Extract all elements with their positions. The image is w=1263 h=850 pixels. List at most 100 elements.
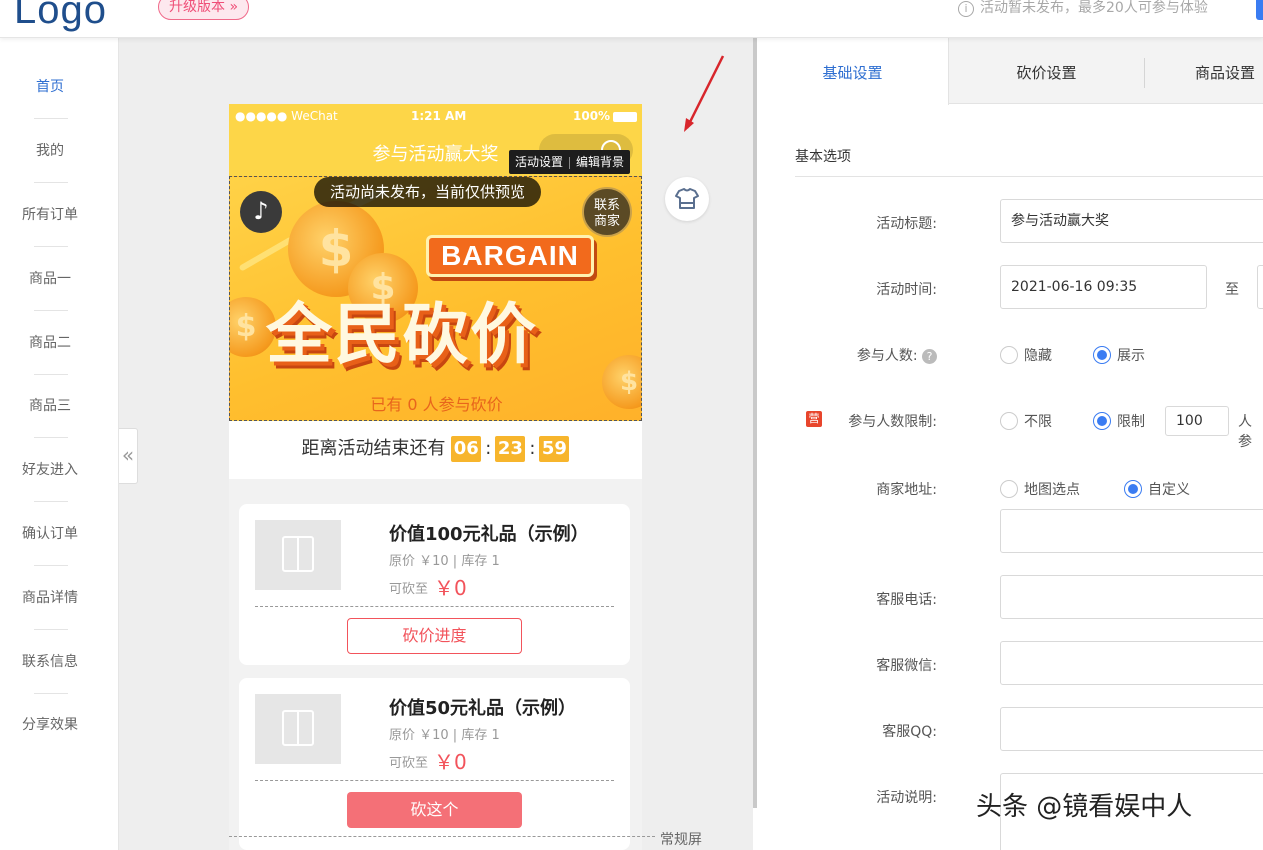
music-icon[interactable]: ♪	[240, 191, 282, 233]
divider	[34, 310, 68, 311]
publish-button[interactable]	[1256, 0, 1263, 20]
divider	[34, 693, 68, 694]
sidebar-item-product-2[interactable]: 商品二	[0, 332, 100, 352]
participants-label: 参与人数: ?	[757, 345, 937, 365]
radio-icon	[1000, 346, 1018, 364]
service-qq-input[interactable]	[1000, 707, 1263, 751]
sidebar-item-product-detail[interactable]: 商品详情	[0, 587, 100, 607]
radio-checked-icon	[1093, 346, 1111, 364]
sidebar-item-contact-info[interactable]: 联系信息	[0, 651, 100, 671]
sidebar-item-product-3[interactable]: 商品三	[0, 395, 100, 415]
address-map-radio[interactable]: 地图选点	[1000, 479, 1080, 499]
bargain-tag: BARGAIN	[426, 235, 594, 277]
edit-toolbar: 活动设置 编辑背景	[509, 150, 631, 174]
address-custom-radio[interactable]: 自定义	[1124, 479, 1190, 499]
end-time-input[interactable]	[1257, 265, 1263, 309]
sidebar: 首页 我的 所有订单 商品一 商品二 商品三 好友进入 确认订单 商品详情 联系…	[0, 38, 119, 850]
price-value: ￥0	[434, 750, 467, 774]
banner[interactable]: 活动尚未发布，当前仅供预览 ♪ 联系 商家 BARGAIN 全民砍价 已有 0 …	[229, 176, 642, 421]
section-title: 基本选项	[795, 149, 851, 165]
publish-notice: i 活动暂未发布，最多20人可参与体验	[958, 0, 1208, 17]
participants-show-radio[interactable]: 展示	[1093, 345, 1145, 365]
watermark: 头条 @镜看娱中人	[976, 792, 1193, 822]
radio-label: 限制	[1117, 414, 1145, 430]
radio-checked-icon	[1093, 412, 1111, 430]
status-battery: 100%	[573, 109, 638, 123]
divider	[34, 374, 68, 375]
countdown-seconds: 59	[539, 436, 570, 462]
bargain-progress-button[interactable]: 砍价进度	[347, 618, 522, 654]
divider	[34, 629, 68, 630]
divider	[34, 501, 68, 502]
start-time-input[interactable]: 2021-06-16 09:35	[1000, 265, 1207, 309]
activity-title-input[interactable]: 参与活动赢大奖	[1000, 199, 1263, 243]
radio-icon	[1000, 480, 1018, 498]
participants-label-text: 参与人数:	[856, 348, 918, 364]
sidebar-item-share-effect[interactable]: 分享效果	[0, 714, 100, 734]
divider	[255, 780, 614, 781]
service-qq-label: 客服QQ:	[882, 724, 937, 740]
radio-label: 自定义	[1148, 482, 1190, 498]
bargain-this-button[interactable]: 砍这个	[347, 792, 522, 828]
radio-label: 隐藏	[1024, 348, 1052, 364]
product-price: 可砍至 ￥0	[389, 746, 467, 775]
sidebar-item-home[interactable]: 首页	[0, 76, 100, 96]
activity-settings-button[interactable]: 活动设置	[515, 155, 563, 169]
gift-icon	[282, 710, 314, 746]
phone-preview: ●●●●● WeChat 1:21 AM 100% 参与活动赢大奖 活动设置 编辑…	[229, 104, 642, 850]
merchant-address-label: 商家地址:	[876, 482, 937, 498]
sidebar-item-all-orders[interactable]: 所有订单	[0, 204, 100, 224]
countdown-minutes: 23	[495, 436, 526, 462]
edit-background-button[interactable]: 编辑背景	[576, 155, 624, 169]
product-title: 价值100元礼品（示例）	[389, 524, 589, 545]
upgrade-button[interactable]: 升级版本 »	[158, 0, 250, 20]
settings-panel: 基础设置 砍价设置 商品设置 基本选项 活动标题: 参与活动赢大奖 活动时间: …	[757, 38, 1263, 850]
battery-percent: 100%	[573, 109, 611, 123]
radio-label: 不限	[1024, 414, 1052, 430]
countdown: 距离活动结束还有 06:23:59	[229, 421, 642, 479]
price-value: ￥0	[434, 576, 467, 600]
product-card: 价值50元礼品（示例） 原价 ￥10 | 库存 1 可砍至 ￥0 砍这个	[239, 678, 630, 850]
participants-hide-radio[interactable]: 隐藏	[1000, 345, 1052, 365]
divider	[569, 156, 571, 169]
merchant-address-input[interactable]	[1000, 509, 1263, 553]
product-image	[255, 694, 341, 764]
sidebar-item-friend-entry[interactable]: 好友进入	[0, 459, 100, 479]
product-meta: 原价 ￥10 | 库存 1	[389, 554, 500, 569]
battery-icon	[613, 111, 638, 122]
status-carrier: ●●●●● WeChat	[235, 109, 338, 123]
tab-product-settings[interactable]: 商品设置	[1145, 38, 1263, 104]
help-icon[interactable]: ?	[922, 349, 937, 364]
participant-limit-label: 参与人数限制:	[848, 414, 937, 430]
tab-bargain-settings[interactable]: 砍价设置	[949, 38, 1144, 104]
preview-notice: 活动尚未发布，当前仅供预览	[314, 177, 542, 207]
limit-none-radio[interactable]: 不限	[1000, 411, 1052, 431]
tab-basic-settings[interactable]: 基础设置	[757, 38, 949, 105]
info-icon: i	[958, 1, 974, 17]
service-phone-input[interactable]	[1000, 575, 1263, 619]
shirt-icon	[675, 188, 699, 209]
countdown-label: 距离活动结束还有	[301, 438, 446, 459]
activity-title-label: 活动标题:	[876, 216, 937, 232]
divider	[255, 606, 614, 607]
collapse-sidebar-button[interactable]: «	[119, 428, 138, 484]
annotation-arrow	[684, 55, 725, 132]
divider	[34, 118, 68, 119]
settings-tabs: 基础设置 砍价设置 商品设置	[757, 38, 1263, 105]
screen-fold-label: 常规屏	[660, 832, 702, 848]
service-wechat-label: 客服微信:	[876, 658, 937, 674]
limit-on-radio[interactable]: 限制	[1093, 411, 1145, 431]
time-separator: 至	[1225, 282, 1239, 298]
sidebar-item-confirm-order[interactable]: 确认订单	[0, 523, 100, 543]
service-wechat-input[interactable]	[1000, 641, 1263, 685]
product-meta: 原价 ￥10 | 库存 1	[389, 728, 500, 743]
top-bar: Logo 升级版本 » i 活动暂未发布，最多20人可参与体验	[0, 0, 1263, 38]
sidebar-item-product-1[interactable]: 商品一	[0, 268, 100, 288]
theme-button[interactable]	[665, 177, 709, 221]
contact-merchant-button[interactable]: 联系 商家	[582, 187, 632, 237]
limit-count-input[interactable]: 100	[1165, 406, 1229, 436]
logo[interactable]: Logo	[14, 0, 107, 33]
sidebar-item-mine[interactable]: 我的	[0, 140, 100, 160]
radio-checked-icon	[1124, 480, 1142, 498]
banner-title: 全民砍价	[266, 296, 538, 373]
